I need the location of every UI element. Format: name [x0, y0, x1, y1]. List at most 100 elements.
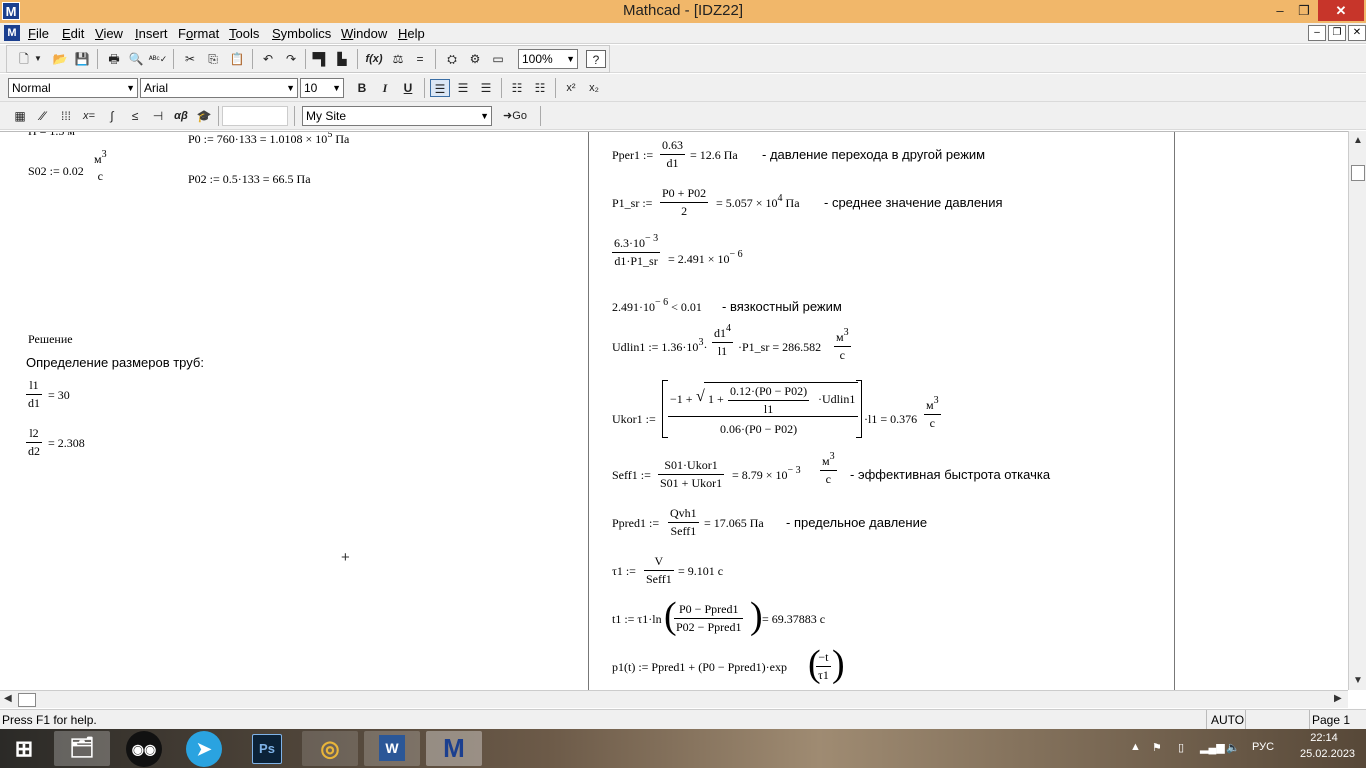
windows-start-icon[interactable]: ⊞	[2, 731, 46, 766]
seff-den: S01 + Ukor1	[658, 474, 725, 490]
menu-item-insert[interactable]: Insert	[135, 26, 168, 41]
programming-icon[interactable]: ⊣	[148, 107, 168, 125]
clock-time[interactable]: 22:14	[1304, 732, 1344, 744]
insert-unit-icon[interactable]: ⚖	[388, 50, 408, 68]
boolean-icon[interactable]: ≤	[125, 107, 145, 125]
horizontal-scroll-thumb[interactable]	[18, 693, 36, 707]
bullet-list-icon[interactable]: ☷	[507, 79, 527, 97]
site-value: My Site	[306, 109, 347, 123]
new-dropdown-icon[interactable]: ▼	[32, 50, 44, 68]
print-preview-icon[interactable]: 🔍	[126, 50, 146, 68]
title-bar[interactable]: M Mathcad - [IDZ22] – ❐ ✕	[0, 0, 1366, 23]
print-icon[interactable]: 🖶	[104, 50, 124, 68]
menu-item-symbolics[interactable]: Symbolics	[272, 26, 331, 41]
greek-button[interactable]: αβ	[171, 107, 191, 125]
bold-button[interactable]: B	[352, 79, 372, 97]
menu-item-window[interactable]: Window	[341, 26, 387, 41]
menu-item-view[interactable]: View	[95, 26, 123, 41]
blank-field[interactable]	[222, 106, 288, 126]
mdi-close-button[interactable]: ✕	[1348, 25, 1366, 41]
go-button[interactable]: ➜Go	[498, 107, 532, 125]
menu-item-edit[interactable]: Edit	[62, 26, 84, 41]
font-select[interactable]: Arial ▼	[140, 78, 298, 98]
vertical-scrollbar[interactable]: ▲ ▼	[1348, 131, 1366, 690]
word-icon[interactable]: W	[364, 731, 420, 766]
language-indicator[interactable]: РУС	[1252, 741, 1274, 753]
volume-icon[interactable]: 🔈	[1226, 741, 1240, 754]
component-icon[interactable]: ⚙	[465, 50, 485, 68]
ukor-rhs: ·l1 = 0.376	[864, 412, 918, 426]
subscript-button[interactable]: x₂	[584, 79, 604, 97]
chrome-icon[interactable]: ◎	[302, 731, 358, 766]
calculus-icon[interactable]: ∫	[102, 107, 122, 125]
clock-date[interactable]: 25.02.2023	[1300, 748, 1355, 760]
worksheet[interactable]: H = 1.5 м P0 := 760·133 = 1.0108 × 105 П…	[0, 131, 1348, 690]
superscript-button[interactable]: x²	[561, 79, 581, 97]
underline-button[interactable]: U	[398, 79, 418, 97]
cut-icon[interactable]: ✂	[180, 50, 200, 68]
battery-icon[interactable]: ▯	[1178, 741, 1184, 754]
insert-function-button[interactable]: f(x)	[364, 50, 384, 68]
zoom-select[interactable]: 100% ▼	[518, 49, 578, 69]
udlin-unit: м3 с	[834, 327, 851, 363]
redo-icon[interactable]: ↷	[281, 50, 301, 68]
align-center-icon[interactable]: ☰	[453, 79, 473, 97]
telegram-icon[interactable]: ➤	[186, 731, 222, 767]
style-select[interactable]: Normal ▼	[8, 78, 138, 98]
menu-label-part: H	[398, 26, 408, 41]
ratio-fraction: 6.3·10− 3 d1·P1_sr	[612, 233, 661, 269]
new-document-icon[interactable]: 🗋	[14, 50, 34, 68]
mdi-restore-button[interactable]: ❐	[1328, 25, 1346, 41]
site-select[interactable]: My Site ▼	[302, 106, 492, 126]
align-right-icon[interactable]: ☰	[476, 79, 496, 97]
close-button[interactable]: ✕	[1318, 0, 1364, 21]
align-across-icon[interactable]: ▀▌	[311, 50, 331, 68]
file-explorer-icon[interactable]: 🗂	[54, 731, 110, 766]
paste-icon[interactable]: 📋	[227, 50, 247, 68]
messenger-icon[interactable]: ◉◉	[126, 731, 162, 767]
scroll-right-icon[interactable]: ▶	[1334, 693, 1342, 704]
signal-icon[interactable]: ▂▄▆	[1200, 741, 1225, 754]
symbolic-icon[interactable]: 🎓	[194, 107, 214, 125]
calc-mode[interactable]: AUTO	[1206, 710, 1246, 729]
document-icon[interactable]: M	[4, 25, 20, 41]
network-flag-icon[interactable]: ⚑	[1152, 741, 1162, 754]
save-icon[interactable]: 💾	[72, 50, 92, 68]
resources-icon[interactable]: ⛭	[442, 50, 462, 68]
udlin-num-exp: 4	[726, 323, 731, 334]
scroll-down-icon[interactable]: ▼	[1353, 675, 1363, 686]
ratio-value: = 2.491 × 10	[668, 252, 730, 266]
matrix-icon[interactable]: ⁞⁞⁞	[56, 107, 76, 125]
menu-item-tools[interactable]: Tools	[229, 26, 259, 41]
font-size-select[interactable]: 10 ▼	[300, 78, 344, 98]
numbered-list-icon[interactable]: ☷	[530, 79, 550, 97]
pper-rhs: = 12.6 Па	[690, 148, 738, 162]
copy-icon[interactable]: ⎘	[203, 50, 223, 68]
menu-item-format[interactable]: Format	[178, 26, 219, 41]
photoshop-icon[interactable]: Ps	[252, 734, 282, 764]
mdi-minimize-button[interactable]: –	[1308, 25, 1326, 41]
tray-arrow-icon[interactable]: ▲	[1130, 741, 1141, 753]
scroll-up-icon[interactable]: ▲	[1353, 135, 1363, 146]
undo-icon[interactable]: ↶	[258, 50, 278, 68]
calculator-icon[interactable]: ▦	[10, 107, 30, 125]
vertical-scroll-thumb[interactable]	[1351, 165, 1365, 181]
evaluation-button[interactable]: x=	[79, 107, 99, 125]
open-folder-icon[interactable]: 📂	[50, 50, 70, 68]
insert-picture-icon[interactable]: ▭	[488, 50, 508, 68]
graph-icon[interactable]: ⁄⁄	[33, 107, 53, 125]
italic-button[interactable]: I	[375, 79, 395, 97]
l1-fraction: l1 d1	[26, 378, 42, 411]
help-icon[interactable]: ?	[586, 50, 606, 68]
align-left-icon[interactable]: ☰	[430, 79, 450, 97]
menu-item-file[interactable]: File	[28, 26, 49, 41]
spell-check-icon[interactable]: ᴬᴮᶜ✓	[148, 50, 168, 68]
scroll-left-icon[interactable]: ◀	[4, 693, 12, 704]
mathcad-task-icon[interactable]: M	[426, 731, 482, 766]
maximize-button[interactable]: ❐	[1288, 0, 1320, 21]
menu-item-help[interactable]: Help	[398, 26, 425, 41]
align-down-icon[interactable]: ▙	[332, 50, 352, 68]
horizontal-scrollbar[interactable]: ◀ ▶	[0, 690, 1348, 708]
udlin-lhs-text: Udlin1 := 1.36·10	[612, 340, 699, 354]
calculate-icon[interactable]: =	[410, 50, 430, 68]
